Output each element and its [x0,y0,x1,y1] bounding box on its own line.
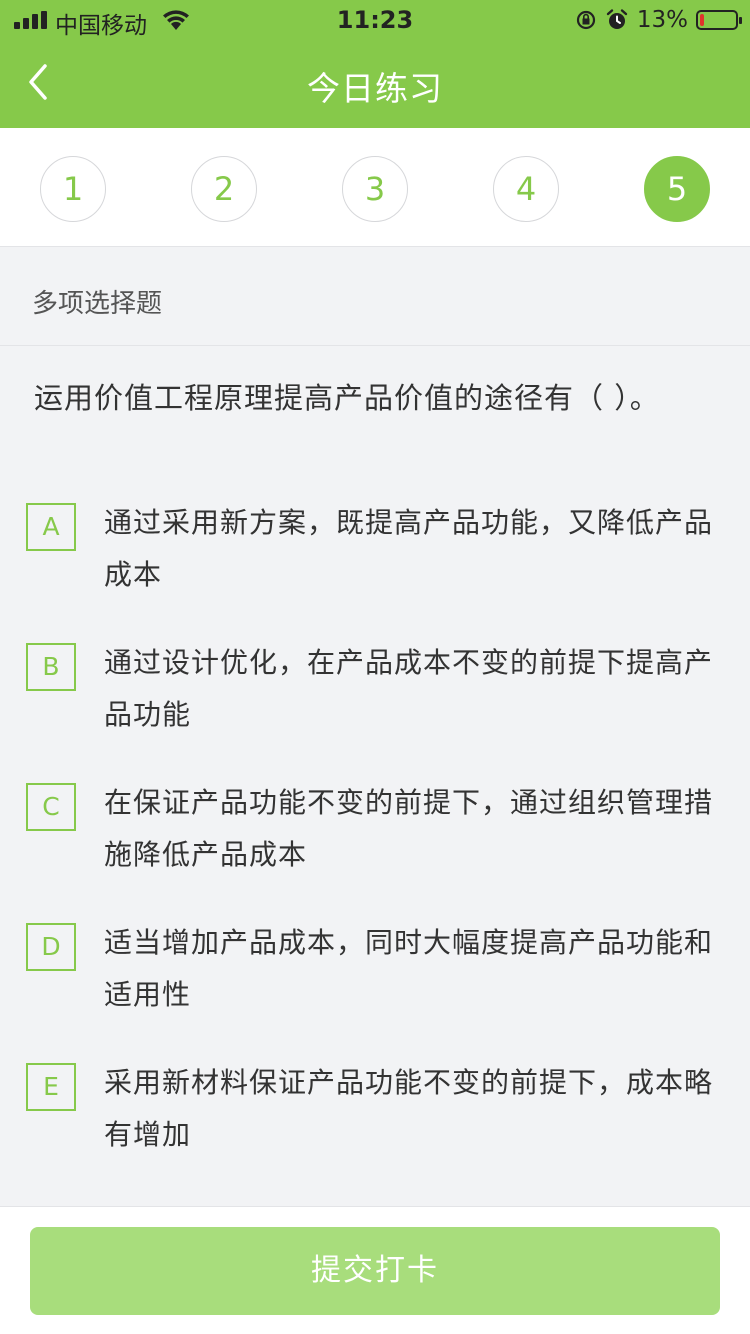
status-bar: 中国移动 11:23 13% [0,0,750,40]
option-letter: E [26,1063,76,1111]
tab-question-3[interactable]: 3 [342,156,408,222]
status-right: 13% [575,6,742,34]
tab-question-1[interactable]: 1 [40,156,106,222]
option-letter: C [26,783,76,831]
page-title: 今日练习 [307,69,443,108]
battery-percent: 13% [636,7,688,33]
question-type-row: 多项选择题 [0,247,750,346]
nav-bar: 今日练习 [0,40,750,128]
option-text: 通过设计优化，在产品成本不变的前提下提高产品功能 [104,646,714,731]
question-type-label: 多项选择题 [32,289,163,319]
option-letter: A [26,503,76,551]
tab-question-4[interactable]: 4 [493,156,559,222]
tab-question-5[interactable]: 5 [644,156,710,222]
option-letter: D [26,923,76,971]
footer-bar: 提交打卡 [0,1206,750,1334]
option-letter: B [26,643,76,691]
app-screen: 中国移动 11:23 13% 今日练习 1 2 3 4 5 多项选择题 运用价值… [0,0,750,1334]
option-text: 在保证产品功能不变的前提下，通过组织管理措施降低产品成本 [104,786,714,871]
option-text: 采用新材料保证产品功能不变的前提下，成本略有增加 [104,1066,714,1151]
question-number-tabs: 1 2 3 4 5 [0,128,750,247]
option-text: 适当增加产品成本，同时大幅度提高产品功能和适用性 [104,926,714,1011]
top-bar: 中国移动 11:23 13% 今日练习 [0,0,750,128]
battery-icon [696,10,742,30]
question-text: 运用价值工程原理提高产品价值的途径有（ ）。 [34,381,660,415]
tab-question-2[interactable]: 2 [191,156,257,222]
orientation-lock-icon [576,10,595,30]
alarm-icon [606,9,628,29]
option-text: 通过采用新方案，既提高产品功能，又降低产品成本 [104,506,714,591]
battery-fill [700,14,704,26]
submit-checkin-button[interactable]: 提交打卡 [30,1227,720,1315]
